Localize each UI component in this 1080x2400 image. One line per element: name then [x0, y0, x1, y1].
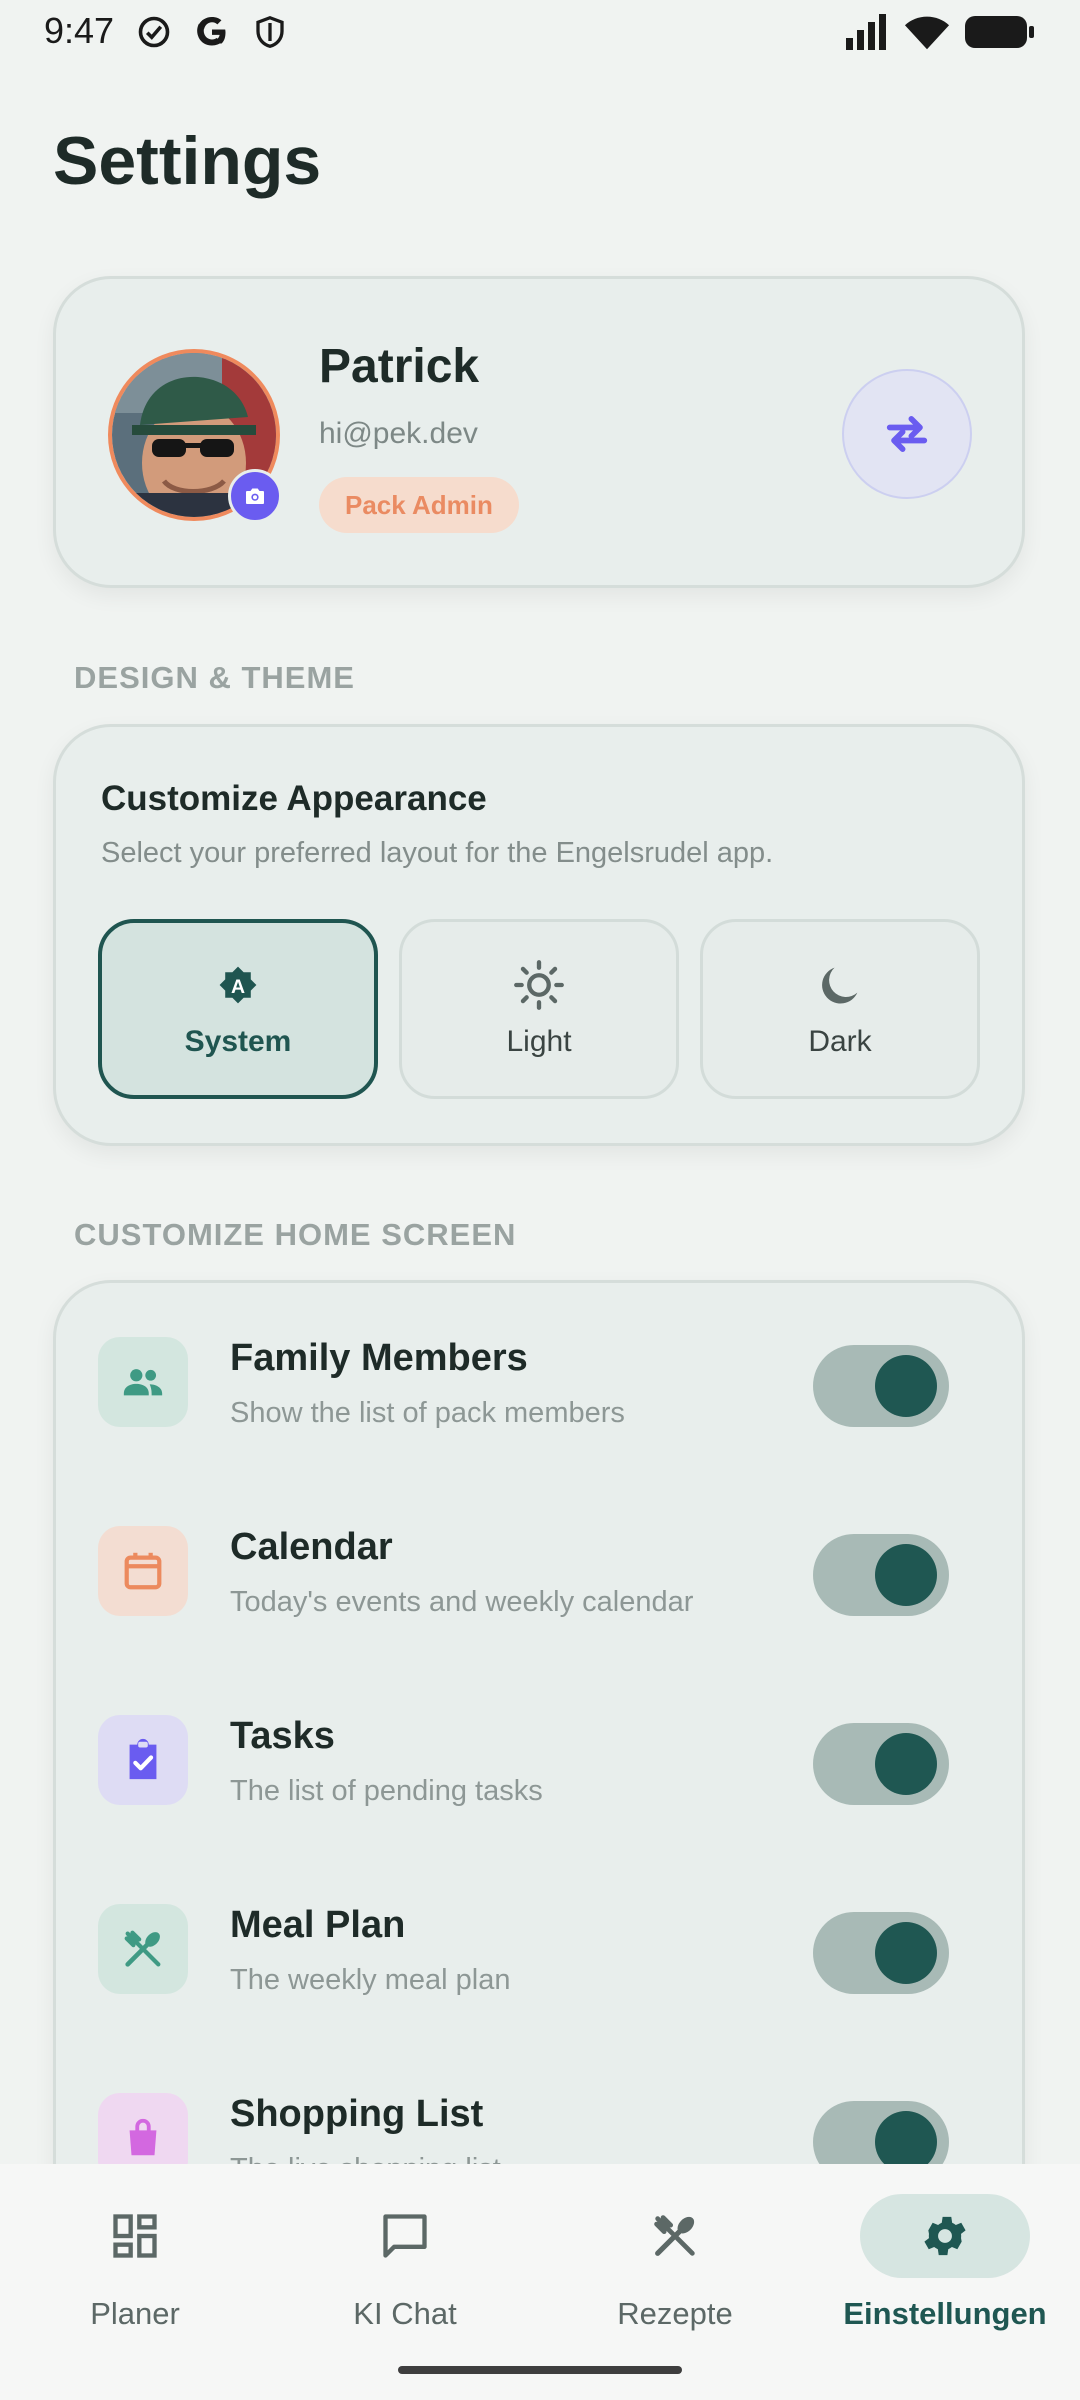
calendar-icon	[98, 1526, 188, 1616]
gear-icon	[860, 2194, 1030, 2278]
nav-label: Planer	[90, 2296, 180, 2331]
theme-option-label: System	[184, 1025, 292, 1058]
home-item-tasks[interactable]: Tasks The list of pending tasks	[56, 1685, 1022, 1835]
page-title: Settings	[53, 123, 322, 199]
toggle-knob	[875, 1355, 937, 1417]
theme-option-label: Light	[506, 1025, 572, 1058]
home-item-subtitle: The weekly meal plan	[230, 1964, 511, 1996]
profile-name: Patrick	[319, 340, 480, 393]
clipboard-check-icon	[98, 1715, 188, 1805]
appearance-card: Customize Appearance Select your preferr…	[53, 724, 1025, 1146]
design-section-label: DESIGN & THEME	[74, 660, 355, 695]
google-icon	[197, 17, 226, 46]
profile-email: hi@pek.dev	[319, 417, 478, 450]
shield-icon	[256, 15, 284, 48]
nav-label: Einstellungen	[843, 2296, 1047, 2331]
switch-account-button[interactable]	[842, 369, 972, 499]
home-section-label: CUSTOMIZE HOME SCREEN	[74, 1217, 517, 1252]
camera-icon	[246, 488, 264, 504]
bottom-navigation: Planer KI Chat Rezepte Einstellungen	[0, 2164, 1080, 2400]
home-item-subtitle: The list of pending tasks	[230, 1775, 543, 1807]
appearance-title: Customize Appearance	[101, 779, 487, 818]
home-item-title: Tasks	[230, 1715, 335, 1757]
nav-label: Rezepte	[617, 2296, 733, 2331]
check-circle-icon	[138, 16, 170, 48]
home-item-meal-plan[interactable]: Meal Plan The weekly meal plan	[56, 1874, 1022, 2024]
dashboard-icon	[50, 2194, 220, 2278]
change-photo-button[interactable]	[228, 469, 282, 523]
status-time: 9:47	[44, 10, 115, 51]
sun-icon	[514, 960, 564, 1010]
home-item-calendar[interactable]: Calendar Today's events and weekly calen…	[56, 1496, 1022, 1646]
home-item-subtitle: Show the list of pack members	[230, 1397, 625, 1429]
utensils-icon	[98, 1904, 188, 1994]
nav-item-einstellungen[interactable]: Einstellungen	[810, 2186, 1080, 2356]
utensils-icon	[590, 2194, 760, 2278]
nav-item-ki-chat[interactable]: KI Chat	[270, 2186, 540, 2356]
theme-option-label: Dark	[808, 1025, 872, 1058]
meal-plan-toggle[interactable]	[813, 1912, 949, 1994]
family-members-toggle[interactable]	[813, 1345, 949, 1427]
home-item-title: Family Members	[230, 1337, 528, 1379]
toggle-knob	[875, 1922, 937, 1984]
home-item-subtitle: Today's events and weekly calendar	[230, 1586, 694, 1618]
people-icon	[98, 1337, 188, 1427]
theme-option-system[interactable]: A System	[98, 919, 378, 1099]
home-screen-card: Family Members Show the list of pack mem…	[53, 1280, 1025, 2260]
signal-icon	[846, 14, 886, 50]
role-badge: Pack Admin	[319, 477, 519, 533]
home-item-title: Shopping List	[230, 2093, 484, 2135]
home-item-family-members[interactable]: Family Members Show the list of pack mem…	[56, 1307, 1022, 1457]
home-indicator[interactable]	[398, 2366, 682, 2374]
wifi-icon	[904, 16, 950, 50]
calendar-toggle[interactable]	[813, 1534, 949, 1616]
toggle-knob	[875, 1733, 937, 1795]
appearance-subtitle: Select your preferred layout for the Eng…	[101, 837, 774, 869]
moon-icon	[822, 967, 858, 1004]
nav-label: KI Chat	[353, 2296, 457, 2331]
nav-item-rezepte[interactable]: Rezepte	[540, 2186, 810, 2356]
profile-card[interactable]: Patrick hi@pek.dev Pack Admin	[53, 276, 1025, 588]
chat-icon	[320, 2194, 490, 2278]
tasks-toggle[interactable]	[813, 1723, 949, 1805]
auto-theme-icon: A	[219, 966, 257, 1004]
status-bar: 9:47	[0, 0, 1080, 64]
home-item-title: Meal Plan	[230, 1904, 406, 1946]
theme-option-light[interactable]: Light	[399, 919, 679, 1099]
status-icons	[844, 12, 1036, 52]
home-item-title: Calendar	[230, 1526, 393, 1568]
nav-item-planer[interactable]: Planer	[0, 2186, 270, 2356]
avatar[interactable]	[108, 349, 282, 523]
toggle-knob	[875, 1544, 937, 1606]
theme-option-dark[interactable]: Dark	[700, 919, 980, 1099]
svg-text:A: A	[231, 976, 245, 998]
swap-arrows-icon	[886, 416, 928, 452]
battery-icon	[965, 16, 1034, 48]
